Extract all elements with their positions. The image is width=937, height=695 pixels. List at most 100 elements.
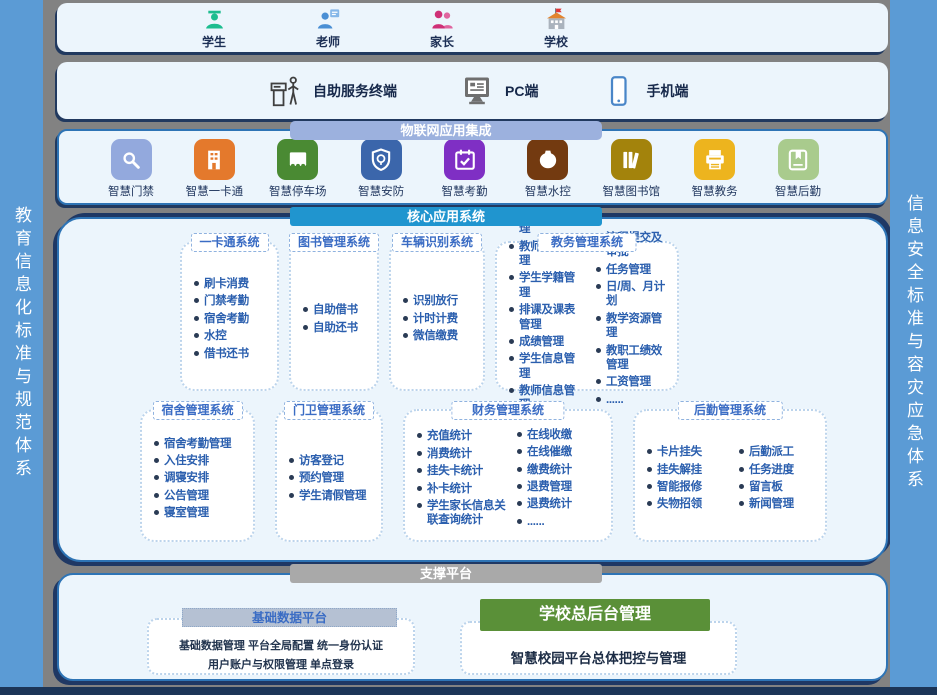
iot-label: 智慧水控: [525, 183, 571, 199]
iot-item: 智慧教务: [679, 139, 751, 203]
bullet-icon: [509, 307, 514, 312]
feature-item: 宿舍考勤: [194, 312, 273, 326]
feature-item: 补卡统计: [417, 482, 507, 496]
iot-tile: [444, 139, 485, 180]
basic-platform-line-2: 用户账户与权限管理 单点登录: [149, 656, 413, 675]
bullet-icon: [303, 307, 308, 312]
users-panel: 学生 老师 家长 学校: [57, 3, 888, 52]
system-box-title: 图书管理系统: [289, 233, 379, 252]
bullet-icon: [647, 467, 652, 472]
terminal-label: 自助服务终端: [313, 81, 397, 101]
feature-item: 公告管理: [154, 489, 249, 503]
iot-tile: [778, 139, 819, 180]
feature-item: 识别放行: [403, 294, 479, 308]
school-admin-badge: 学校总后台管理: [480, 599, 710, 631]
system-box-title: 宿舍管理系统: [152, 401, 242, 420]
feature-item: 工资管理: [596, 375, 673, 389]
system-box-column: 充值统计 消费统计: [409, 423, 507, 534]
terminal-label: PC端: [505, 81, 538, 101]
feature-item: 退费管理: [517, 480, 607, 494]
left-standards-banner: 教育信息化标准与规范体系: [0, 0, 43, 687]
bullet-icon: [596, 348, 601, 353]
feature-item: ......: [596, 393, 673, 407]
bullet-icon: [596, 267, 601, 272]
attendance-calendar-icon: [451, 146, 479, 174]
bullet-icon: [403, 316, 408, 321]
bullet-icon: [154, 475, 159, 480]
right-security-banner: 信息安全标准与容灾应急体系: [890, 0, 937, 687]
bullet-icon: [417, 486, 422, 491]
system-box-title: 财务管理系统: [451, 401, 564, 420]
feature-item: 寝室管理: [154, 506, 249, 520]
feature-item: 学生请假管理: [289, 489, 377, 503]
feature-item: 微信缴费: [403, 329, 479, 343]
system-box-title: 后勤管理系统: [678, 401, 783, 420]
basic-platform-line-1: 基础数据管理 平台全局配置 统一身份认证: [149, 637, 413, 656]
system-box-column: 在线收缴 在线催缴: [509, 423, 607, 534]
system-box: 车辆识别系统 识别放行: [389, 241, 485, 391]
bullet-icon: [154, 458, 159, 463]
feature-item: 智能报修: [647, 480, 729, 494]
terminal-label: 手机端: [646, 81, 688, 101]
system-box-column: 识别放行 计时计费: [395, 255, 479, 383]
feature-item: 借书还书: [194, 347, 273, 361]
iot-item: 智慧停车场: [262, 139, 334, 203]
bullet-icon: [647, 501, 652, 506]
feature-item: ......: [517, 515, 607, 529]
system-box-title: 一卡通系统: [190, 233, 268, 252]
user-item: 家长: [413, 6, 471, 50]
feature-item: 缴费统计: [517, 463, 607, 477]
bullet-icon: [509, 339, 514, 344]
kiosk-icon: [267, 73, 303, 109]
terminal-item: 自助服务终端: [267, 73, 397, 109]
bullet-icon: [509, 356, 514, 361]
user-item: 老师: [299, 6, 357, 50]
user-label: 学生: [202, 33, 226, 50]
feature-item: 教学资源管理: [596, 312, 673, 341]
user-item: 学生: [185, 6, 243, 50]
system-box-column: 卡片挂失 挂失解挂: [639, 423, 729, 534]
iot-item: 智慧考勤: [429, 139, 501, 203]
bullet-icon: [289, 458, 294, 463]
feature-item: 学生学籍管理: [509, 271, 586, 300]
system-box-column: 宿舍考勤管理 入住安排: [146, 423, 249, 534]
feature-item: 学生家长信息关联查询统计: [417, 499, 507, 528]
bullet-icon: [517, 519, 522, 524]
bullet-icon: [403, 298, 408, 303]
iot-item: 智慧门禁: [95, 139, 167, 203]
bullet-icon: [154, 441, 159, 446]
access-control-icon: [117, 146, 145, 174]
system-box-title: 车辆识别系统: [392, 233, 482, 252]
left-banner-text: 教育信息化标准与规范体系: [9, 206, 34, 482]
school-admin-text: 智慧校园平台总体把控与管理: [511, 651, 687, 666]
right-banner-text: 信息安全标准与容灾应急体系: [901, 194, 926, 493]
bullet-icon: [289, 493, 294, 498]
iot-label: 智慧安防: [358, 183, 404, 199]
bullet-icon: [194, 316, 199, 321]
feature-item: 预约管理: [289, 471, 377, 485]
feature-item: 充值统计: [417, 429, 507, 443]
system-box-title: 门卫管理系统: [284, 401, 374, 420]
feature-item: 退费统计: [517, 497, 607, 511]
parents-icon: [429, 6, 456, 33]
system-box-title: 教务管理系统: [538, 233, 637, 252]
system-box: 财务管理系统 充值统计: [403, 409, 613, 542]
bullet-icon: [417, 468, 422, 473]
bullet-icon: [517, 484, 522, 489]
iot-item: 智慧水控: [512, 139, 584, 203]
pc-icon: [459, 73, 495, 109]
bullet-icon: [417, 433, 422, 438]
iot-label: 智慧图书馆: [603, 183, 661, 199]
iot-tile: [111, 139, 152, 180]
bullet-icon: [194, 298, 199, 303]
feature-item: 成绩管理: [509, 335, 586, 349]
core-row-1: 一卡通系统 刷卡消费: [180, 241, 679, 391]
core-section-badge: 核心应用系统: [290, 207, 602, 226]
user-item: 学校: [527, 6, 585, 50]
bullet-icon: [517, 467, 522, 472]
iot-label: 智慧一卡通: [186, 183, 244, 199]
feature-item: 访客登记: [289, 454, 377, 468]
feature-item: 失物招领: [647, 497, 729, 511]
user-label: 家长: [430, 33, 454, 50]
bullet-icon: [417, 503, 422, 508]
